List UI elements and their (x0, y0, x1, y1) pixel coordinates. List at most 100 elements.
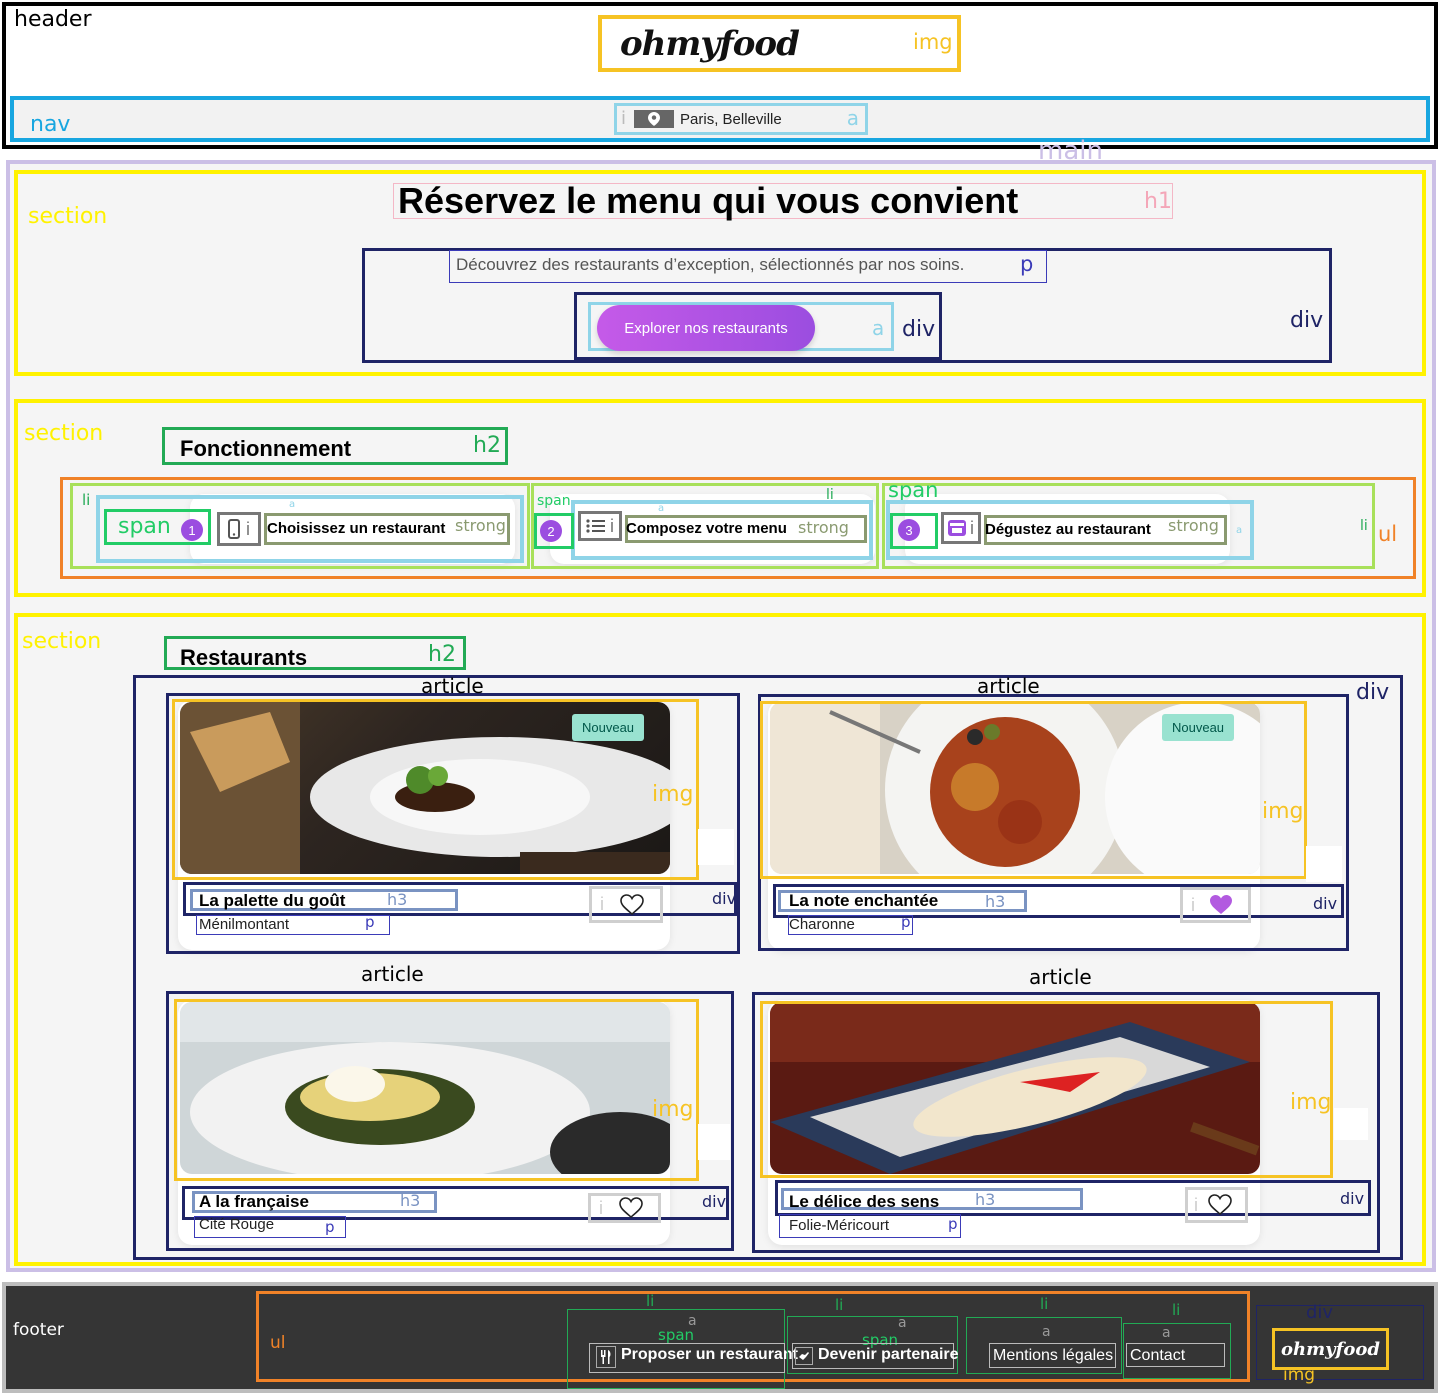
article-annotation: article (977, 674, 1040, 698)
h3-annotation: h3 (400, 1191, 421, 1210)
footer-link-partner[interactable]: Devenir partenaire (818, 1346, 959, 1364)
step-label-1: Choisissez un restaurant (267, 520, 446, 537)
h3-annotation: h3 (985, 892, 1006, 911)
li-annotation: li (646, 1292, 655, 1310)
heart-outline-icon (620, 893, 644, 915)
map-marker-icon (634, 110, 675, 128)
location-link[interactable]: i Paris, Belleville a (614, 103, 868, 135)
heart-outline-icon (619, 1197, 643, 1219)
li-annotation: li (1040, 1295, 1049, 1313)
card-edge (1306, 846, 1342, 882)
header-annotation: header (14, 7, 92, 32)
div-annotation: div (1306, 1302, 1334, 1323)
li-annotation: li (1360, 518, 1368, 534)
footer-logo-text: ohmyfood (1281, 1338, 1380, 1360)
h2-annotation: h2 (428, 642, 456, 667)
div-annotation: div (1340, 1189, 1365, 1208)
div-annotation: div (1356, 680, 1390, 705)
footer-link-contact[interactable]: Contact (1130, 1347, 1185, 1365)
img-annotation: img (1283, 1365, 1316, 1385)
location-text: Paris, Belleville (680, 110, 782, 128)
li-annotation: li (82, 491, 91, 509)
p-annotation: p (948, 1215, 958, 1233)
h2-annotation: h2 (473, 433, 501, 458)
restaurant-photo-4 (770, 1002, 1260, 1174)
strong-annotation: strong (798, 518, 849, 537)
section-annotation: section (28, 204, 108, 229)
like-button-2[interactable]: i (1180, 887, 1251, 923)
card-edge (1334, 1108, 1368, 1140)
heart-filled-icon (1210, 895, 1232, 914)
restaurant-place-4: Folie-Méricourt (789, 1217, 890, 1234)
article-annotation: article (361, 962, 424, 986)
cutlery-icon (596, 1346, 616, 1368)
heart-outline-icon (1208, 1194, 1232, 1216)
header-logo[interactable]: ohmyfood (598, 15, 961, 72)
step-label-3: Dégustez au restaurant (985, 521, 1151, 538)
span-annotation: span (118, 514, 171, 539)
restaurant-name-2: La note enchantée (789, 891, 939, 910)
span-annotation: span (888, 478, 939, 502)
store-icon: i (941, 512, 981, 544)
li-annotation: li (1172, 1301, 1181, 1319)
page-footer (2, 1282, 1438, 1393)
section-annotation: section (22, 629, 102, 654)
strong-annotation: strong (455, 516, 506, 535)
img-annotation: img (652, 782, 694, 807)
div-annotation: div (712, 889, 737, 908)
strong-annotation: strong (1168, 516, 1219, 535)
p-annotation: p (1020, 252, 1034, 276)
how-title: Fonctionnement (180, 436, 352, 461)
like-button-4[interactable]: i (1185, 1187, 1248, 1223)
logo-text: ohmyfood (620, 23, 800, 64)
a-annotation: a (872, 316, 885, 340)
footer-link-propose[interactable]: Proposer un restaurant (621, 1346, 798, 1364)
img-annotation: img (913, 30, 953, 54)
nav-annotation: nav (30, 112, 71, 137)
footer-logo[interactable]: ohmyfood (1272, 1328, 1389, 1370)
restaurant-name-1: La palette du goût (199, 891, 346, 910)
span-annotation: span (537, 493, 571, 509)
a-annotation: a (289, 499, 296, 510)
restaurant-place-2: Charonne (789, 916, 855, 933)
i-annotation: i (621, 108, 627, 129)
restaurants-title: Restaurants (180, 645, 308, 670)
div-annotation: div (1313, 894, 1338, 913)
card-edge (698, 829, 734, 865)
a-annotation: a (1042, 1324, 1051, 1340)
h3-annotation: h3 (975, 1190, 996, 1209)
step-number-3: 3 (898, 519, 920, 541)
step-number-1: 1 (181, 519, 203, 541)
handshake-icon (795, 1347, 813, 1365)
p-annotation: p (365, 913, 375, 931)
span-annotation: span (658, 1326, 695, 1344)
section-annotation: section (24, 421, 104, 446)
hero-subtitle: Découvrez des restaurants d’exception, s… (456, 255, 965, 274)
explore-restaurants-button[interactable]: Explorer nos restaurants (597, 305, 815, 351)
footer-link-legal[interactable]: Mentions légales (993, 1347, 1113, 1365)
ul-annotation: ul (270, 1333, 286, 1353)
article-annotation: article (421, 674, 484, 698)
like-button-1[interactable]: i (589, 886, 663, 923)
list-icon: i (578, 511, 622, 541)
h3-annotation: h3 (387, 890, 408, 909)
img-annotation: img (1290, 1090, 1332, 1115)
main-annotation: main (1038, 136, 1103, 166)
p-annotation: p (901, 913, 911, 931)
article-annotation: article (1029, 965, 1092, 989)
step-number-2: 2 (540, 520, 562, 542)
a-annotation: a (1162, 1325, 1171, 1341)
li-annotation: li (835, 1296, 844, 1314)
restaurant-name-4: Le délice des sens (789, 1192, 940, 1211)
restaurant-place-3: Cité Rouge (199, 1216, 275, 1233)
like-button-3[interactable]: i (588, 1193, 661, 1223)
div-annotation: div (1290, 308, 1324, 333)
p-annotation: p (325, 1218, 335, 1236)
new-badge: Nouveau (1162, 714, 1235, 741)
hero-title: Réservez le menu qui vous convient (398, 180, 1019, 221)
img-annotation: img (652, 1097, 694, 1122)
step-label-2: Composez votre menu (626, 520, 787, 537)
a-annotation: a (1236, 525, 1243, 536)
restaurant-photo-3 (180, 1002, 670, 1174)
li-annotation: li (826, 487, 834, 503)
